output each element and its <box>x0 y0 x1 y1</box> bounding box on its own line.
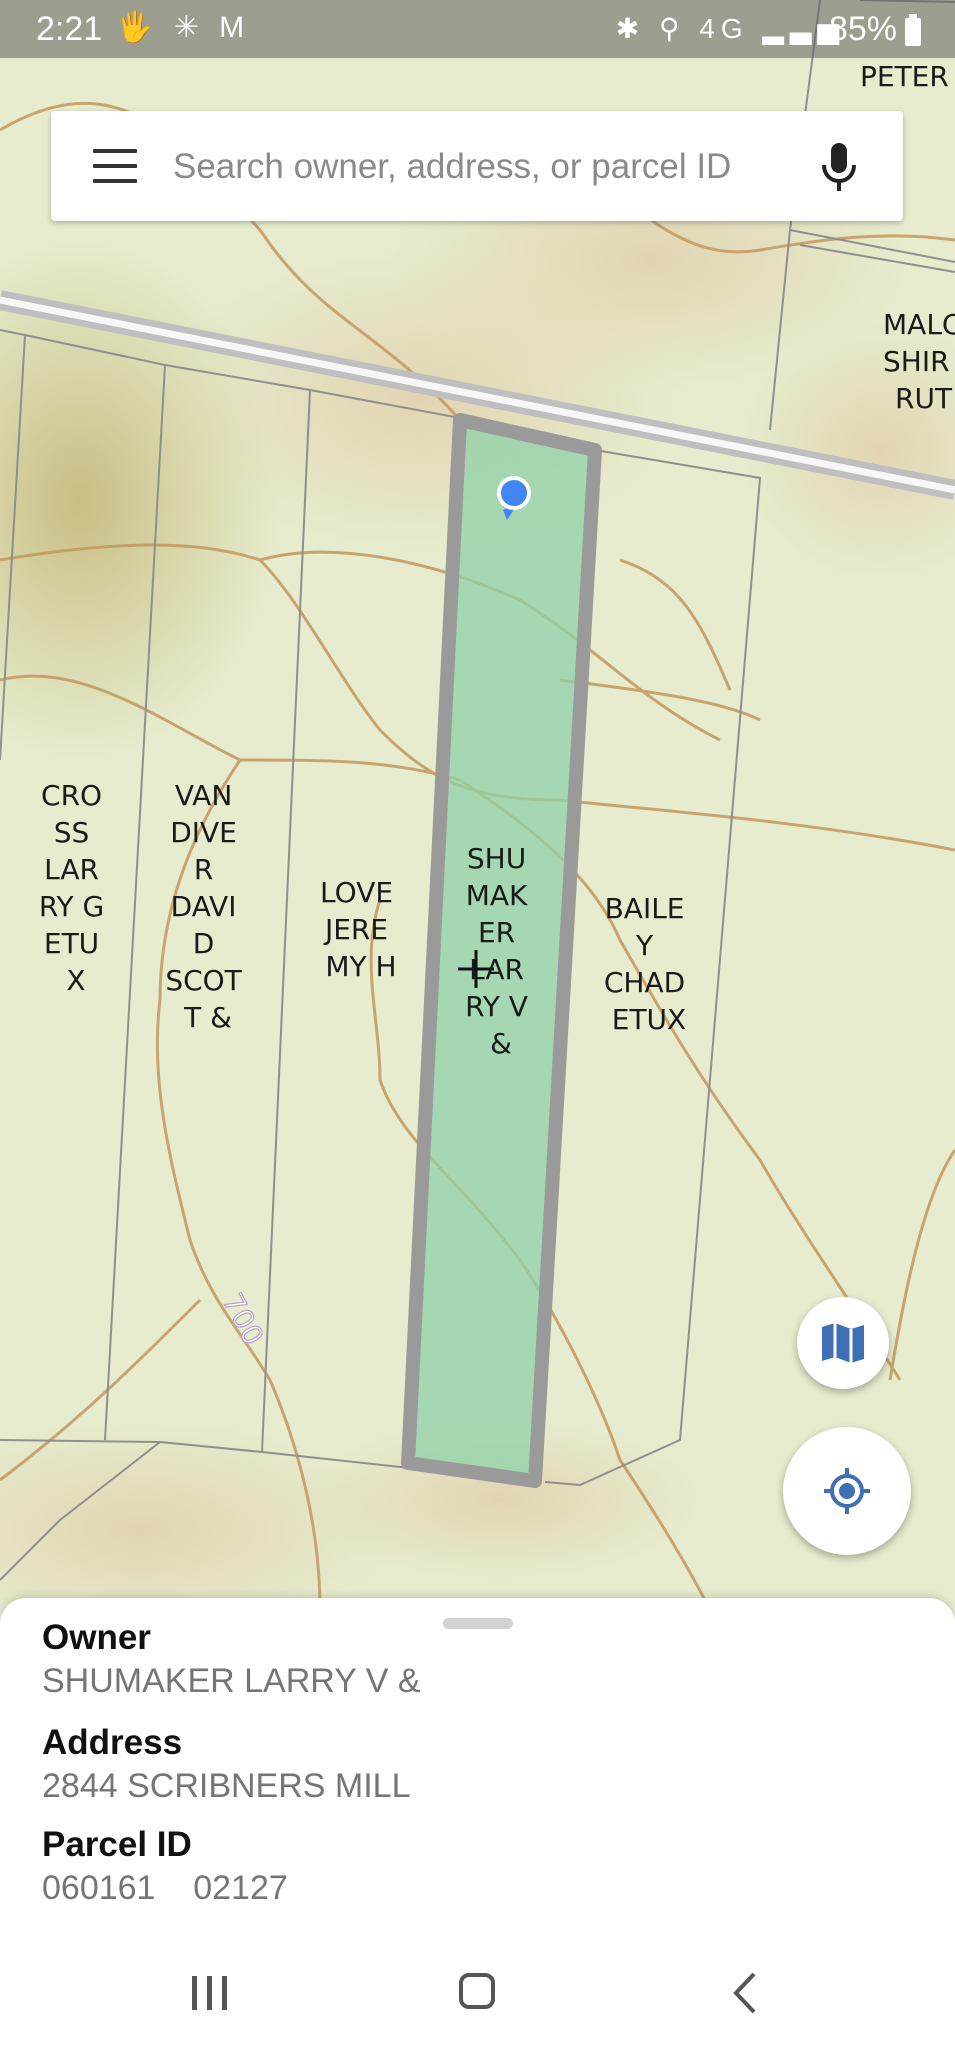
system-navigation-bar <box>0 1938 955 2048</box>
battery-icon <box>905 14 921 46</box>
parcel-label-vandiver: VAN DIVE R DAVI D SCOT T & <box>165 779 250 1034</box>
menu-icon[interactable] <box>93 149 137 183</box>
parcel-info-sheet[interactable]: Owner SHUMAKER LARRY V & Address 2844 SC… <box>0 1598 955 1938</box>
status-time: 2:21 <box>36 10 103 48</box>
search-input[interactable] <box>171 131 815 203</box>
map-icon <box>822 1323 864 1363</box>
parcel-id-label: Parcel ID <box>42 1825 192 1864</box>
home-icon[interactable] <box>459 1973 495 2009</box>
parcel-label-love: LOVE JERE MY H <box>320 876 402 983</box>
my-location-icon <box>824 1468 870 1514</box>
battery-percentage: 85% <box>828 10 897 48</box>
parcel-id-value: 060161 02127 <box>42 1869 288 1907</box>
terrain-shade <box>160 250 680 550</box>
sheet-drag-handle[interactable] <box>443 1618 513 1629</box>
search-bar <box>51 111 903 221</box>
recent-apps-icon[interactable] <box>192 1976 228 2010</box>
back-icon[interactable] <box>730 1970 760 2016</box>
status-bar: 2:21 🖐 ✳ M ✱ ⚲ 4G ▂▃▅ 85% <box>0 0 955 58</box>
system-icons: ✱ ⚲ 4G ▂▃▅ <box>615 13 845 44</box>
my-location-button[interactable] <box>783 1427 911 1555</box>
owner-label: Owner <box>42 1618 151 1657</box>
owner-value: SHUMAKER LARRY V & <box>42 1662 421 1700</box>
parcel-label-peter: PETER <box>860 60 949 93</box>
notification-icons: 🖐 ✳ M <box>116 11 251 44</box>
map-layers-button[interactable] <box>797 1297 889 1389</box>
microphone-icon[interactable] <box>819 141 859 193</box>
address-value: 2844 SCRIBNERS MILL <box>42 1767 411 1805</box>
address-label: Address <box>42 1723 183 1762</box>
